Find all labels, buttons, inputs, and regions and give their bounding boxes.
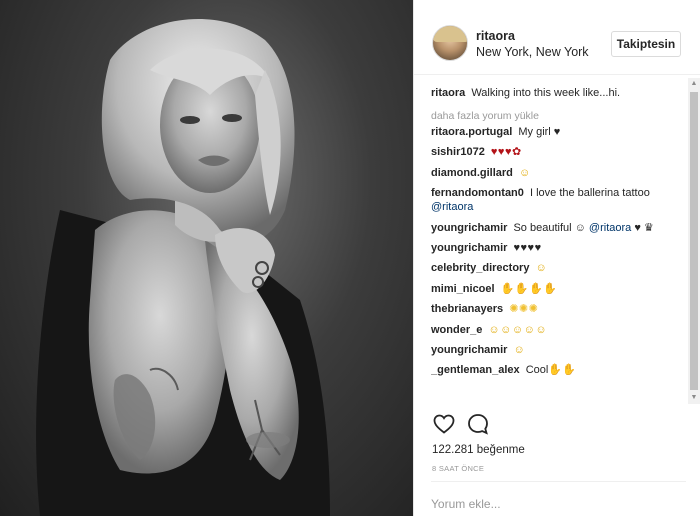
comment-text: ☺ — [518, 166, 531, 179]
comment-username[interactable]: sishir1072 — [431, 146, 485, 158]
scroll-thumb[interactable] — [690, 92, 698, 390]
following-button[interactable]: Takiptesin — [611, 31, 681, 57]
comment-item: ritaora.portugal My girl ♥ — [431, 125, 686, 139]
avatar-hair — [433, 26, 467, 42]
post-details-panel: ritaora New York, New York Takiptesin ri… — [413, 0, 700, 516]
post-timestamp[interactable]: 8 SAAT ÖNCE — [432, 464, 484, 473]
comment-item: youngrichamir So beautiful ☺ @ritaora ♥ … — [431, 221, 686, 235]
comment-item: _gentleman_alex Cool✋✋ — [431, 363, 686, 377]
comment-item: celebrity_directory ☺ — [431, 261, 686, 275]
comment-text: Cool✋✋ — [525, 364, 576, 377]
comment-text: ♥♥♥♥ — [513, 241, 542, 254]
comment-mention-link[interactable]: @ritaora — [431, 201, 473, 213]
comment-username[interactable]: mimi_nicoel — [431, 283, 495, 295]
heart-icon[interactable] — [432, 412, 456, 436]
post-header: ritaora New York, New York Takiptesin — [414, 0, 700, 75]
comment-username[interactable]: diamond.gillard — [431, 167, 513, 179]
comment-username[interactable]: fernandomontan0 — [431, 187, 524, 199]
comment-item: wonder_e ☺☺☺☺☺ — [431, 323, 686, 337]
comment-text: ☺☺☺☺☺ — [488, 323, 548, 336]
comment-text: ☺ — [535, 262, 547, 275]
comment-item: sishir1072 ♥♥♥✿ — [431, 145, 686, 159]
comments-list: ritaora Walking into this week like...hi… — [431, 86, 686, 406]
comment-username[interactable]: ritaora.portugal — [431, 126, 512, 138]
comment-text: I love the ballerina tattoo — [529, 187, 650, 200]
comment-username[interactable]: _gentleman_alex — [431, 364, 520, 376]
comment-item: diamond.gillard ☺ — [431, 166, 686, 180]
comment-username[interactable]: celebrity_directory — [431, 262, 529, 274]
comment-icon[interactable] — [466, 412, 490, 436]
divider — [431, 481, 686, 482]
caption-text: Walking into this week like...hi. — [471, 87, 621, 99]
comment-username[interactable]: wonder_e — [431, 324, 482, 336]
comment-username[interactable]: youngrichamir — [431, 222, 507, 234]
caption-username[interactable]: ritaora — [431, 87, 465, 99]
comment-item: thebrianayers ✺✺✺ — [431, 302, 686, 316]
comment-item: youngrichamir ♥♥♥♥ — [431, 241, 686, 255]
comment-emoji: ♥ ♛ — [634, 221, 654, 234]
add-comment-input[interactable] — [431, 495, 661, 513]
comment-mention-link[interactable]: @ritaora — [589, 222, 631, 234]
comments-scrollbar[interactable]: ▲ ▼ — [688, 78, 700, 404]
comment-text: ✋✋✋✋ — [500, 282, 558, 295]
comment-text: ♥♥♥✿ — [490, 146, 522, 159]
load-more-comments-link[interactable]: daha fazla yorum yükle — [431, 110, 686, 122]
comment-text: ☺ — [513, 343, 525, 356]
scroll-down-arrow-icon[interactable]: ▼ — [688, 392, 700, 404]
comment-item: youngrichamir ☺ — [431, 343, 686, 357]
scroll-up-arrow-icon[interactable]: ▲ — [688, 78, 700, 90]
username[interactable]: ritaora — [476, 29, 515, 43]
photo-illustration — [36, 18, 330, 516]
comment-text: ✺✺✺ — [509, 303, 539, 316]
caption: ritaora Walking into this week like...hi… — [431, 86, 686, 100]
comment-text: My girl ♥ — [518, 126, 561, 138]
comment-item: fernandomontan0 I love the ballerina tat… — [431, 186, 686, 214]
comment-username[interactable]: thebrianayers — [431, 303, 503, 315]
comment-item: mimi_nicoel ✋✋✋✋ — [431, 282, 686, 296]
location-link[interactable]: New York, New York — [476, 45, 589, 59]
likes-count[interactable]: 122.281 beğenme — [432, 444, 525, 456]
comment-username[interactable]: youngrichamir — [431, 344, 507, 356]
comment-username[interactable]: youngrichamir — [431, 242, 507, 254]
comment-text: So beautiful ☺ — [513, 221, 586, 234]
avatar[interactable] — [432, 25, 468, 61]
post-photo — [0, 0, 413, 516]
